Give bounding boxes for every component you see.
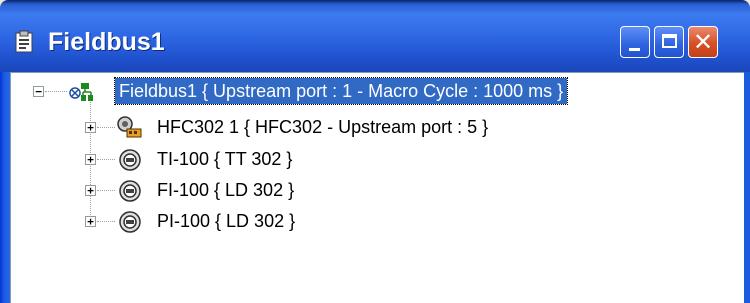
close-icon: ✕: [692, 28, 714, 56]
bridge-device-icon: [115, 115, 143, 147]
expand-toggle[interactable]: +: [85, 216, 96, 227]
tree-connector: [97, 127, 115, 128]
tree-connector: [97, 190, 115, 191]
document-icon: [14, 30, 36, 54]
tree-node-label[interactable]: PI-100 { LD 302 }: [157, 207, 295, 235]
tree-connector: [97, 159, 115, 160]
tree-node-label[interactable]: Fieldbus1 { Upstream port : 1 - Macro Cy…: [113, 77, 569, 105]
minimize-button[interactable]: [620, 26, 650, 58]
tree-node-child[interactable]: + FI-100 { LD 302 }: [11, 176, 731, 204]
collapse-toggle[interactable]: −: [33, 86, 44, 97]
tree-node-label[interactable]: TI-100 { TT 302 }: [157, 145, 292, 173]
tree-node-child[interactable]: + HFC302 1 { HFC302 - Upstream port : 5 …: [11, 113, 731, 141]
tree-connector: [45, 91, 67, 92]
window-frame-right: [744, 72, 750, 303]
maximize-button[interactable]: [654, 26, 684, 58]
tree-node-child[interactable]: + PI-100 { LD 302 }: [11, 207, 731, 235]
maximize-icon: [662, 34, 677, 48]
title-bar[interactable]: Fieldbus1 ✕: [0, 0, 750, 72]
device-tree: − Fieldbus1 {Upstream port: 1 - Macro …: [11, 73, 744, 303]
tree-node-label[interactable]: HFC302 1 { HFC302 - Upstream port : 5 }: [157, 113, 488, 141]
expand-toggle[interactable]: +: [85, 122, 96, 133]
tree-node-child[interactable]: + TI-100 { TT 302 }: [11, 145, 731, 173]
fieldbus-network-icon: [69, 81, 95, 111]
window-frame-left: [0, 72, 10, 303]
minimize-icon: [629, 48, 640, 51]
close-button[interactable]: ✕: [688, 26, 718, 58]
tree-view[interactable]: − Fieldbus1 {Upstream port: 1 - Macro …: [10, 72, 744, 303]
expand-toggle[interactable]: +: [85, 185, 96, 196]
tree-node-root[interactable]: − Fieldbus1 {Upstream port: 1 - Macro …: [11, 77, 731, 105]
fieldbus-window: Fieldbus1 ✕ − Fieldbus1 {Upstream port …: [0, 0, 750, 303]
expand-toggle[interactable]: +: [85, 154, 96, 165]
tree-connector: [97, 221, 115, 222]
field-device-icon: [117, 210, 143, 242]
window-title: Fieldbus1: [48, 28, 165, 56]
tree-node-label[interactable]: FI-100 { LD 302 }: [157, 176, 294, 204]
